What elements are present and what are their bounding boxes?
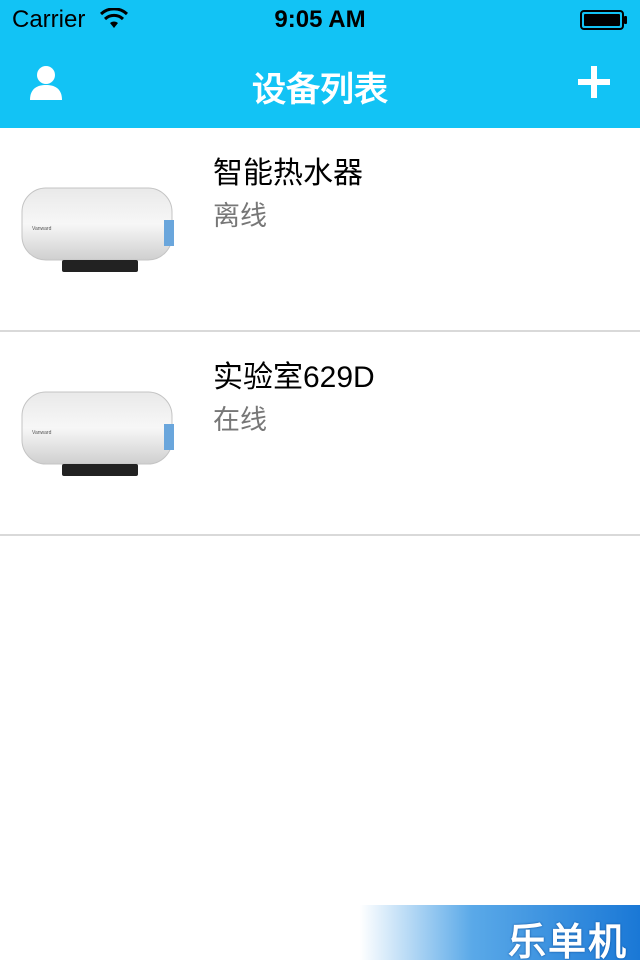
device-status: 在线 (213, 405, 267, 435)
water-heater-image: Vanward (21, 187, 174, 272)
svg-text:Vanward: Vanward (32, 430, 52, 436)
top-bar: Carrier 9:05 AM 设备列表 (0, 0, 640, 128)
watermark-banner: 乐单机 (360, 905, 640, 960)
status-bar: Carrier 9:05 AM (0, 0, 640, 40)
navigation-bar: 设备列表 (0, 40, 640, 128)
device-list: Vanward 智能热水器 离线 Vanward 实验室629D 在线 (0, 128, 640, 536)
battery-icon (580, 10, 627, 30)
plus-icon[interactable] (570, 58, 618, 106)
svg-text:Vanward: Vanward (32, 226, 52, 232)
device-name: 实验室629D (213, 361, 375, 394)
page-title: 设备列表 (252, 71, 388, 109)
device-status: 离线 (213, 201, 267, 231)
watermark-text: 乐单机 (507, 922, 628, 960)
status-time: 9:05 AM (274, 6, 366, 33)
water-heater-image: Vanward (21, 391, 174, 476)
device-row[interactable]: Vanward 智能热水器 离线 (0, 128, 640, 332)
device-row[interactable]: Vanward 实验室629D 在线 (0, 332, 640, 536)
device-name: 智能热水器 (213, 157, 363, 190)
